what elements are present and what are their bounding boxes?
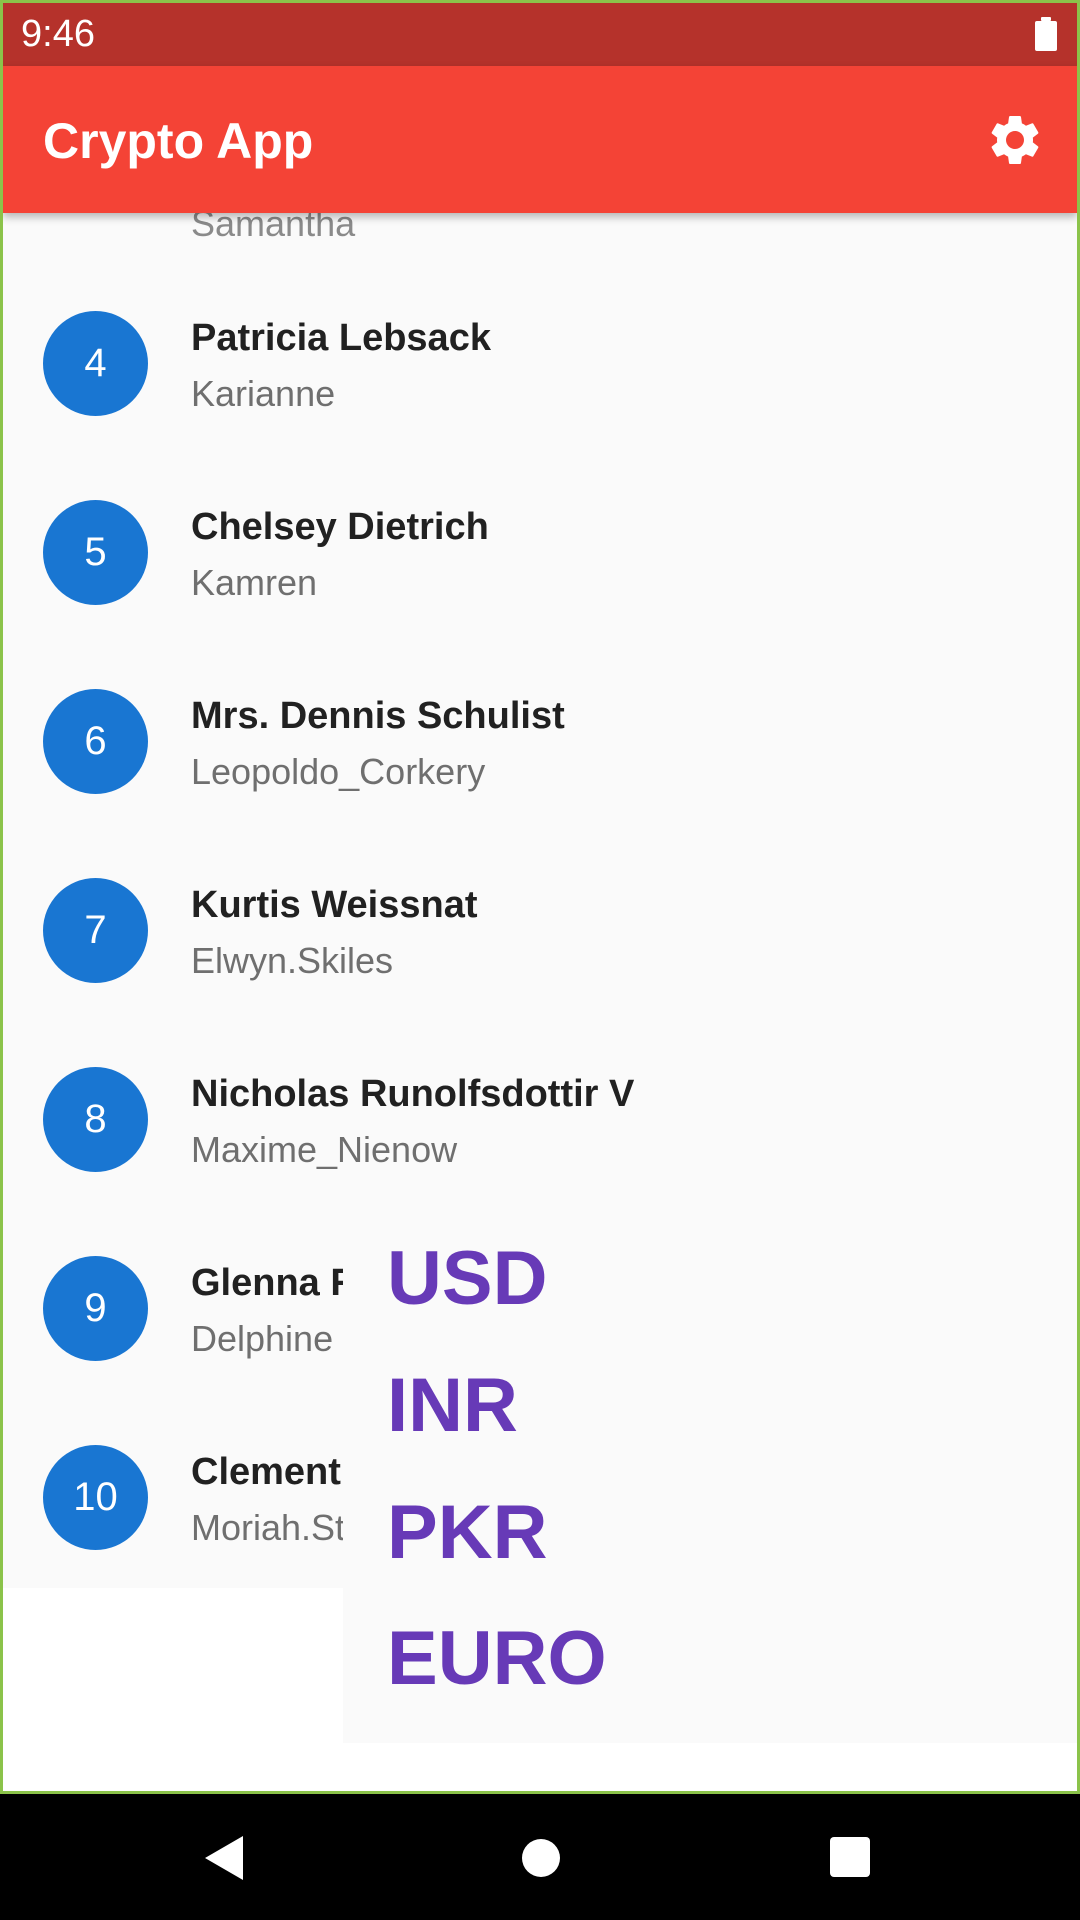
settings-button[interactable] — [985, 110, 1045, 170]
item-title: Patricia Lebsack — [191, 317, 491, 359]
back-triangle-icon — [205, 1836, 243, 1880]
currency-option-inr[interactable]: INR — [387, 1362, 518, 1449]
home-button[interactable] — [480, 1794, 600, 1920]
avatar: 7 — [43, 878, 148, 983]
app-bar: Crypto App — [3, 66, 1077, 213]
system-nav-bar — [0, 1794, 1080, 1920]
avatar: 4 — [43, 311, 148, 416]
list-item[interactable]: 6 Mrs. Dennis Schulist Leopoldo_Corkery — [3, 591, 1077, 794]
recents-button[interactable] — [790, 1794, 910, 1920]
home-circle-icon — [522, 1839, 560, 1877]
app-frame: 9:46 Crypto App 3 Samantha 4 Patricia Le… — [0, 0, 1080, 1794]
avatar: 9 — [43, 1256, 148, 1361]
item-title: Mrs. Dennis Schulist — [191, 695, 565, 737]
list-item[interactable]: 7 Kurtis Weissnat Elwyn.Skiles — [3, 780, 1077, 983]
list-item[interactable]: 4 Patricia Lebsack Karianne — [3, 213, 1077, 416]
item-title: Kurtis Weissnat — [191, 884, 478, 926]
currency-option-usd[interactable]: USD — [387, 1235, 547, 1322]
currency-popup-menu[interactable]: USD INR PKR EURO — [343, 1217, 1077, 1743]
avatar: 10 — [43, 1445, 148, 1550]
currency-option-euro[interactable]: EURO — [387, 1615, 607, 1702]
battery-full-icon — [1035, 17, 1057, 51]
recents-square-icon — [830, 1837, 870, 1877]
item-title: Nicholas Runolfsdottir V — [191, 1073, 635, 1115]
status-time: 9:46 — [21, 13, 95, 55]
item-title: Chelsey Dietrich — [191, 506, 489, 548]
list-item[interactable]: 8 Nicholas Runolfsdottir V Maxime_Nienow — [3, 969, 1077, 1172]
back-button[interactable] — [165, 1794, 285, 1920]
gear-icon — [991, 115, 1039, 164]
avatar: 8 — [43, 1067, 148, 1172]
list-item[interactable]: 5 Chelsey Dietrich Kamren — [3, 402, 1077, 605]
status-bar: 9:46 — [3, 3, 1077, 66]
app-title: Crypto App — [43, 113, 314, 169]
avatar: 5 — [43, 500, 148, 605]
avatar: 6 — [43, 689, 148, 794]
currency-option-pkr[interactable]: PKR — [387, 1489, 547, 1576]
